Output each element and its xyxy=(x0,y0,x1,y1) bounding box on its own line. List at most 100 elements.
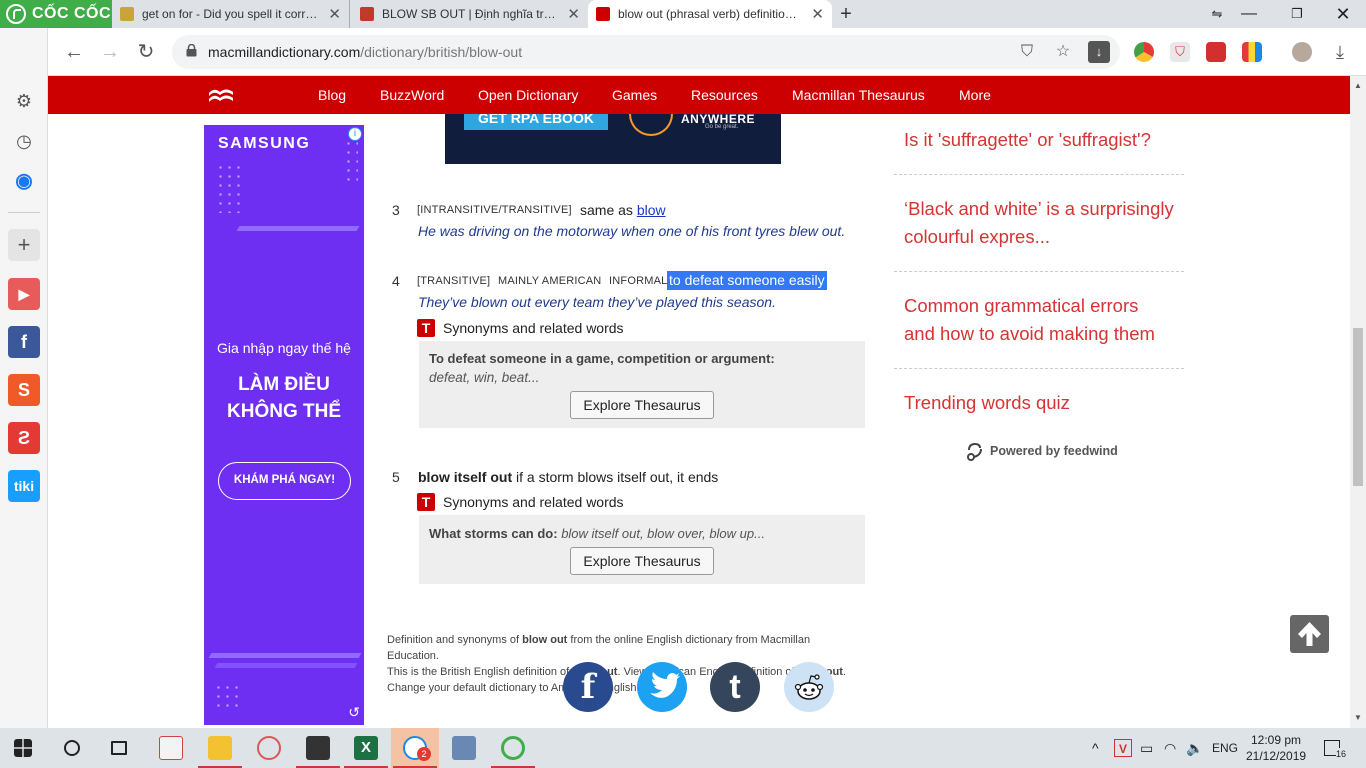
add-app-icon[interactable]: + xyxy=(8,229,40,261)
taskbar-app-zalo[interactable]: 2 xyxy=(391,728,439,768)
downloads-icon[interactable]: ⤓ xyxy=(1326,38,1354,66)
sense-definition-selected[interactable]: to defeat someone easily xyxy=(667,271,827,290)
nav-blog[interactable]: Blog xyxy=(318,76,346,114)
ad-stripe xyxy=(236,226,360,231)
task-view-button[interactable] xyxy=(96,728,144,768)
wifi-icon[interactable]: ◠ xyxy=(1164,728,1176,768)
nav-games[interactable]: Games xyxy=(612,76,657,114)
clock[interactable]: 12:09 pm 21/12/2019 xyxy=(1246,732,1306,764)
windows-taskbar: X 2 ^ V ▭ ◠ 🔈 ENG 12:09 pm 21/12/2019 16 xyxy=(0,728,1366,768)
facebook-icon[interactable]: f xyxy=(8,326,40,358)
maximize-button[interactable]: ❐ xyxy=(1274,0,1320,28)
address-bar[interactable]: macmillandictionary.com/dictionary/briti… xyxy=(172,35,1120,69)
related-post-link[interactable]: Is it 'suffragette' or 'suffragist'? xyxy=(904,126,1151,154)
close-window-button[interactable]: ✕ xyxy=(1320,0,1366,28)
related-post-link[interactable]: Trending words quiz xyxy=(904,389,1070,417)
back-to-top-button[interactable] xyxy=(1290,615,1329,653)
excel-icon: X xyxy=(354,736,378,760)
taskbar-app-explorer[interactable] xyxy=(196,728,244,768)
close-tab-icon[interactable]: ✕ xyxy=(567,5,580,23)
feedwind-credit[interactable]: Powered by feedwind xyxy=(966,441,1118,461)
blow-link[interactable]: blow xyxy=(637,202,666,218)
messenger-icon[interactable]: ◉ xyxy=(8,165,40,197)
youtube-icon[interactable]: ▶ xyxy=(8,278,40,310)
reddit-share-icon[interactable] xyxy=(784,662,834,712)
new-tab-button[interactable]: + xyxy=(836,0,856,28)
related-post-link[interactable]: Common grammatical errors and how to avo… xyxy=(904,292,1174,348)
twitter-share-icon[interactable] xyxy=(637,662,687,712)
macmillan-logo-icon[interactable] xyxy=(208,85,234,105)
back-button[interactable]: ← xyxy=(60,38,88,66)
taskbar-app-excel[interactable]: X xyxy=(342,728,390,768)
rotate-extension-icon[interactable] xyxy=(1206,42,1226,62)
synonyms-toggle[interactable]: T Synonyms and related words xyxy=(417,492,624,512)
taskbar-app-coccoc[interactable] xyxy=(489,728,537,768)
ad-brand: SAMSUNG xyxy=(218,135,311,152)
tab-blow-sb-out[interactable]: BLOW SB OUT | Định nghĩa trong Từ... ✕ xyxy=(352,0,588,28)
footer-definition-note-2: Education. xyxy=(387,650,439,662)
ad-reload-icon[interactable]: ↺ xyxy=(348,704,360,721)
close-tab-icon[interactable]: ✕ xyxy=(811,5,824,23)
chrome-extension-icon[interactable] xyxy=(1134,42,1154,62)
divider xyxy=(894,368,1184,369)
lock-icon xyxy=(186,44,197,57)
related-post-link[interactable]: ‘Black and white’ is a surprisingly colo… xyxy=(904,195,1174,251)
taskbar-app-photos[interactable] xyxy=(440,728,488,768)
synonyms-toggle[interactable]: T Synonyms and related words xyxy=(417,318,624,338)
explore-thesaurus-button[interactable]: Explore Thesaurus xyxy=(570,547,714,575)
banner-button[interactable]: GET RPA EBOOK xyxy=(464,114,608,130)
nav-open-dictionary[interactable]: Open Dictionary xyxy=(478,76,578,114)
settings-gear-icon[interactable]: ⚙ xyxy=(8,85,40,117)
unikey-icon[interactable]: V xyxy=(1114,739,1132,757)
tiki-icon[interactable]: tiki xyxy=(8,470,40,502)
ad-cta-button[interactable]: KHÁM PHÁ NGAY! xyxy=(218,462,351,500)
sendo-icon[interactable]: Ƨ xyxy=(8,422,40,454)
scroll-up-arrow-icon[interactable]: ▲ xyxy=(1350,78,1366,94)
scrollbar-thumb[interactable] xyxy=(1353,328,1363,486)
shield-icon[interactable]: ⛉ xyxy=(1016,41,1038,63)
show-hidden-icons-chevron-icon[interactable]: ^ xyxy=(1092,728,1099,768)
samsung-ad[interactable]: SAMSUNG i Gia nhập ngay thế hệ LÀM ĐIỀU … xyxy=(204,125,364,725)
thesaurus-icon: T xyxy=(417,493,435,511)
bookmark-star-icon[interactable]: ☆ xyxy=(1052,41,1074,63)
nav-buzzword[interactable]: BuzzWord xyxy=(380,76,444,114)
example-sentence: They’ve blown out every team they’ve pla… xyxy=(418,294,776,310)
nav-more[interactable]: More xyxy=(959,76,991,114)
thesaurus-box: What storms can do: blow itself out, blo… xyxy=(419,515,865,584)
coccoc-menu-button[interactable]: CỐC CỐC xyxy=(0,0,112,28)
thesaurus-icon: T xyxy=(417,319,435,337)
search-button[interactable] xyxy=(48,728,96,768)
shopee-icon[interactable]: S xyxy=(8,374,40,406)
taskbar-app-paint[interactable] xyxy=(245,728,293,768)
taskbar-app-notepad[interactable] xyxy=(294,728,342,768)
forward-button[interactable]: → xyxy=(96,38,124,66)
tab-blow-out-active[interactable]: blow out (phrasal verb) definition a... … xyxy=(588,0,832,28)
macmillan-favicon-icon xyxy=(596,7,610,21)
color-extension-icon[interactable] xyxy=(1242,42,1262,62)
scroll-down-arrow-icon[interactable]: ▼ xyxy=(1350,710,1366,726)
rpa-banner-ad[interactable]: GET RPA EBOOK ANYWHERE Go be great. xyxy=(445,114,781,164)
taskbar-app-snipping[interactable] xyxy=(147,728,195,768)
adblock-extension-icon[interactable]: ⛉ xyxy=(1170,42,1190,62)
tab-get-on-for[interactable]: get on for - Did you spell it correct...… xyxy=(112,0,350,28)
close-tab-icon[interactable]: ✕ xyxy=(328,5,341,23)
grammar-label: [INTRANSITIVE/TRANSITIVE] xyxy=(417,204,572,216)
reload-button[interactable]: ↻ xyxy=(132,38,160,66)
nav-resources[interactable]: Resources xyxy=(691,76,758,114)
download-page-icon[interactable]: ↓ xyxy=(1088,41,1110,63)
language-indicator[interactable]: ENG xyxy=(1212,728,1238,768)
facebook-share-icon[interactable]: f xyxy=(563,662,613,712)
sidebar-divider xyxy=(8,212,40,213)
nav-macmillan-thesaurus[interactable]: Macmillan Thesaurus xyxy=(792,76,925,114)
tumblr-share-icon[interactable]: t xyxy=(710,662,760,712)
explore-thesaurus-button[interactable]: Explore Thesaurus xyxy=(570,391,714,419)
start-button[interactable] xyxy=(0,728,48,768)
clock-date: 21/12/2019 xyxy=(1246,749,1307,763)
profile-avatar[interactable] xyxy=(1292,42,1312,62)
history-icon[interactable]: ◷ xyxy=(8,125,40,157)
feedwind-logo-icon xyxy=(967,442,982,461)
battery-icon[interactable]: ▭ xyxy=(1140,728,1153,768)
page-scrollbar[interactable]: ▲ ▼ xyxy=(1350,76,1366,728)
volume-icon[interactable]: 🔈 xyxy=(1186,728,1203,768)
minimize-button[interactable]: — xyxy=(1226,0,1272,28)
